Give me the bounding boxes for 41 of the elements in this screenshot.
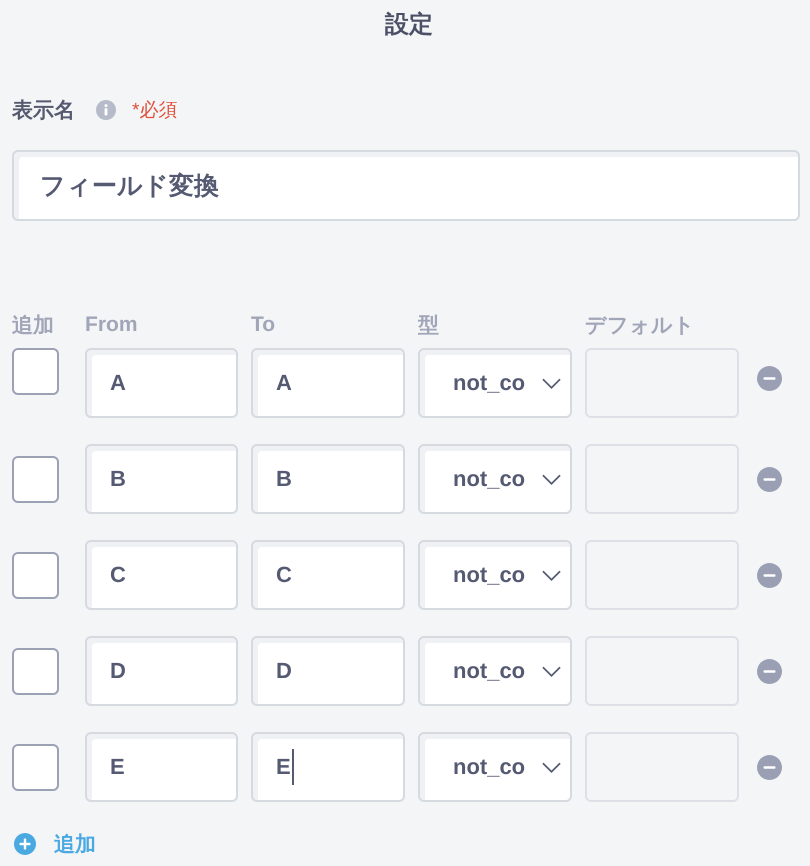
- remove-row-icon[interactable]: [757, 658, 782, 684]
- to-field[interactable]: C: [251, 540, 405, 610]
- type-select[interactable]: not_co: [418, 636, 572, 706]
- from-field[interactable]: C: [85, 540, 238, 610]
- remove-row-icon[interactable]: [757, 562, 782, 588]
- chevron-down-icon: [542, 378, 561, 388]
- from-field[interactable]: D: [85, 636, 238, 706]
- panel-title: 設定: [384, 10, 434, 40]
- type-select[interactable]: not_co: [418, 444, 572, 514]
- remove-row-icon[interactable]: [757, 466, 782, 492]
- column-header: 追加: [12, 313, 55, 339]
- info-icon[interactable]: [96, 100, 116, 120]
- chevron-down-icon: [542, 762, 561, 772]
- chevron-down-icon: [542, 474, 561, 484]
- column-header: To: [251, 313, 276, 337]
- column-header: 型: [418, 313, 440, 339]
- checkbox[interactable]: [12, 648, 59, 694]
- chevron-down-icon: [542, 570, 561, 580]
- display-name-field[interactable]: フィールド変換: [12, 150, 800, 221]
- remove-row-icon[interactable]: [757, 366, 782, 390]
- remove-row-icon[interactable]: [757, 754, 782, 780]
- to-field[interactable]: E: [251, 732, 405, 802]
- checkbox[interactable]: [12, 348, 59, 395]
- checkbox[interactable]: [12, 744, 59, 790]
- to-field[interactable]: D: [251, 636, 405, 706]
- from-field[interactable]: B: [85, 444, 238, 514]
- from-field[interactable]: A: [85, 348, 238, 418]
- to-field[interactable]: A: [251, 348, 405, 418]
- type-select[interactable]: not_co: [418, 540, 572, 610]
- to-field[interactable]: B: [251, 444, 405, 514]
- required-note: *必須: [132, 99, 178, 123]
- checkbox[interactable]: [12, 456, 59, 502]
- chevron-down-icon: [542, 666, 561, 676]
- type-select[interactable]: not_co: [418, 732, 572, 802]
- column-header: デフォルト: [585, 313, 695, 339]
- column-header: From: [85, 313, 138, 337]
- from-field[interactable]: E: [85, 732, 238, 802]
- field-label: 表示名: [12, 98, 75, 124]
- type-select[interactable]: not_co: [418, 348, 572, 418]
- checkbox[interactable]: [12, 552, 59, 598]
- plus-circle-icon: [14, 833, 36, 855]
